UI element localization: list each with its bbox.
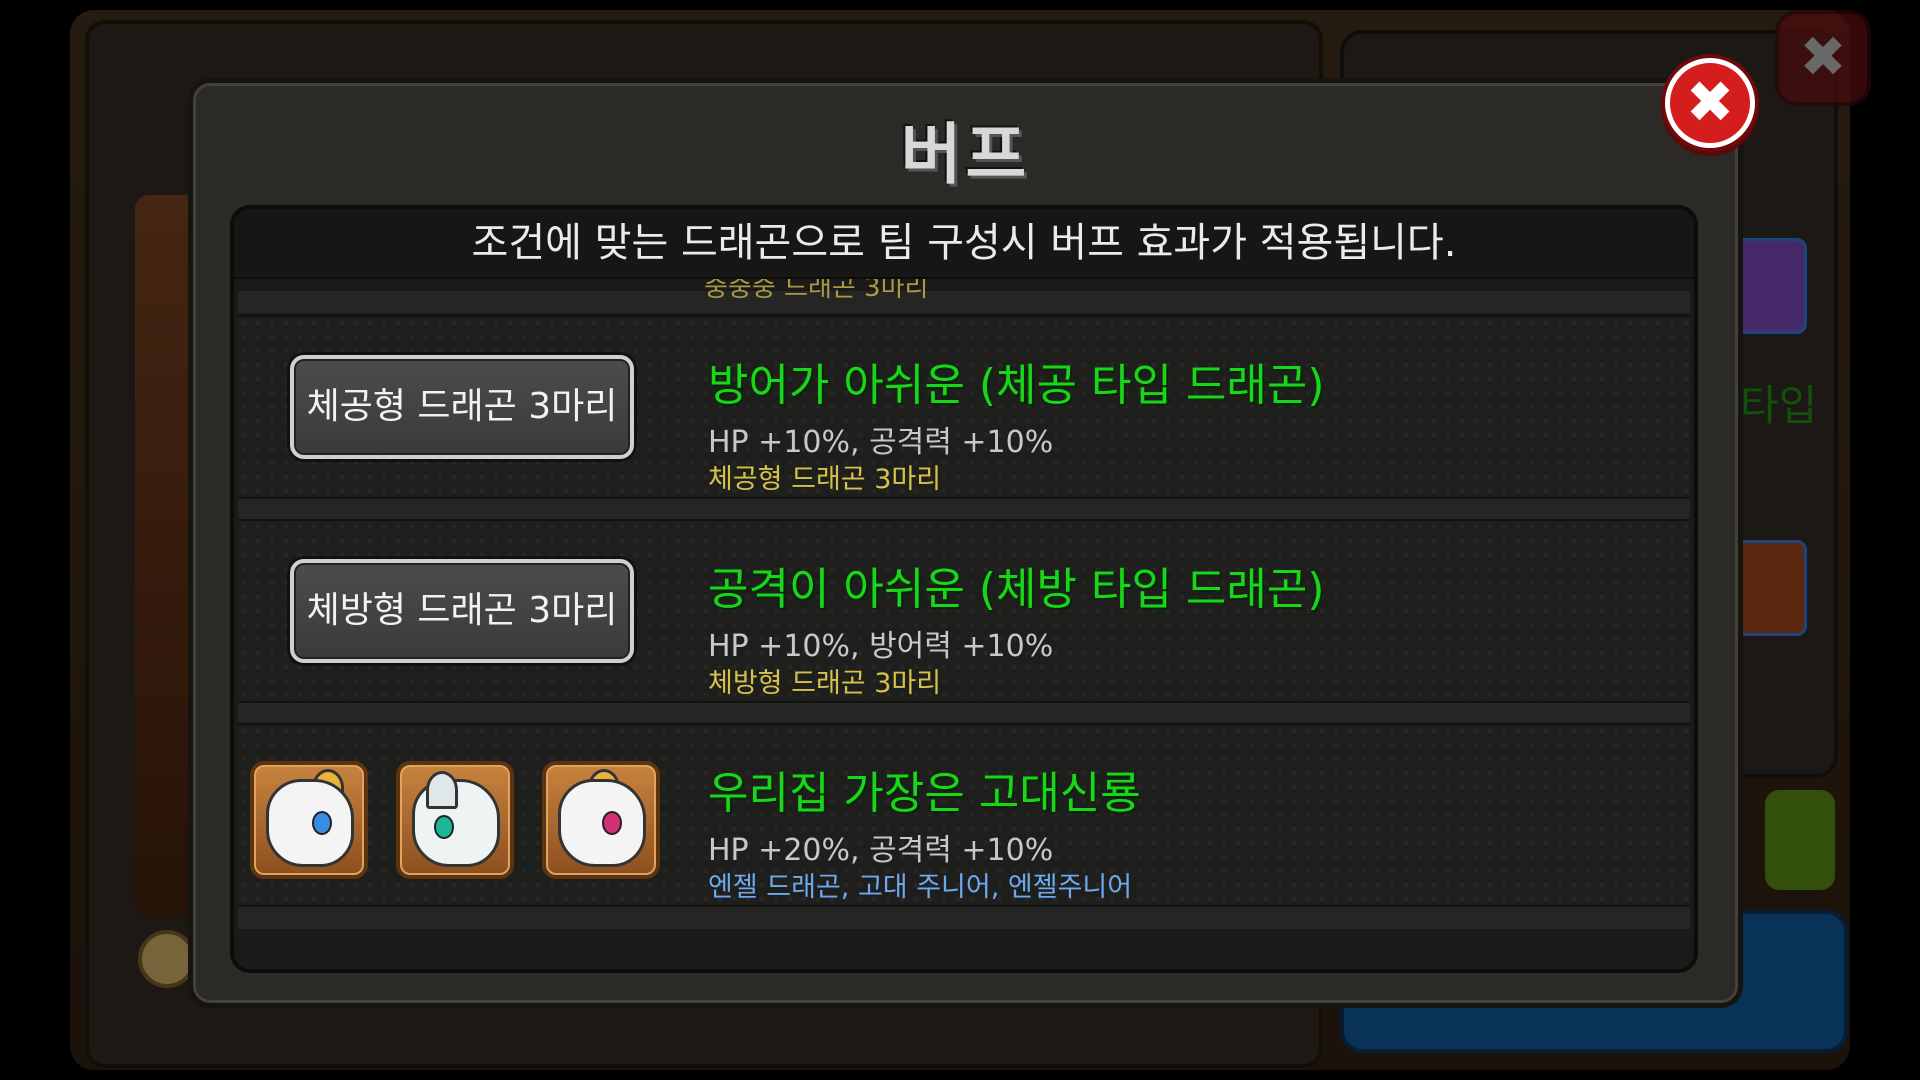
requirement-button[interactable]: 체방형 드래곤 3마리 — [290, 559, 634, 663]
row-separator — [238, 907, 1690, 929]
buff-stats: HP +10%, 공격력 +10% — [708, 425, 1054, 460]
list-item: 체방형 드래곤 3마리 공격이 아쉬운 (체방 타입 드래곤) HP +10%,… — [238, 519, 1690, 703]
buff-list[interactable]: 조건에 맞는 드래곤으로 팀 구성시 버프 효과가 적용됩니다. 중중중 드래곤… — [230, 205, 1698, 973]
buff-title: 방어가 아쉬운 (체공 타입 드래곤) — [708, 360, 1325, 411]
row-separator — [238, 703, 1690, 725]
angel-junior-icon[interactable] — [542, 761, 660, 879]
buff-condition: 체공형 드래곤 3마리 — [708, 464, 942, 495]
list-item: 체공형 드래곤 3마리 방어가 아쉬운 (체공 타입 드래곤) HP +10%,… — [238, 315, 1690, 499]
requirement-label: 체방형 드래곤 3마리 — [306, 590, 618, 631]
buff-condition: 엔젤 드래곤, 고대 주니어, 엔젤주니어 — [708, 872, 1133, 903]
buff-title: 공격이 아쉬운 (체방 타입 드래곤) — [708, 564, 1325, 615]
close-button[interactable]: ✖ — [1665, 58, 1755, 148]
modal-title: 버프 — [900, 116, 1031, 193]
buff-condition: 체방형 드래곤 3마리 — [708, 668, 942, 699]
requirement-label: 체공형 드래곤 3마리 — [306, 386, 618, 427]
info-bar: 조건에 맞는 드래곤으로 팀 구성시 버프 효과가 적용됩니다. — [234, 209, 1694, 279]
buff-stats: HP +20%, 공격력 +10% — [708, 833, 1054, 868]
row-separator — [238, 291, 1690, 313]
angel-dragon-icon[interactable] — [250, 761, 368, 879]
requirement-button[interactable]: 체공형 드래곤 3마리 — [290, 355, 634, 459]
close-icon: ✖ — [1685, 68, 1735, 136]
ancient-junior-icon[interactable] — [396, 761, 514, 879]
list-item: 우리집 가장은 고대신룡 HP +20%, 공격력 +10% 엔젤 드래곤, 고… — [238, 723, 1690, 907]
buff-title: 우리집 가장은 고대신룡 — [708, 768, 1141, 819]
info-text: 조건에 맞는 드래곤으로 팀 구성시 버프 효과가 적용됩니다. — [471, 220, 1457, 266]
row-separator — [238, 499, 1690, 521]
buff-stats: HP +10%, 방어력 +10% — [708, 629, 1054, 664]
